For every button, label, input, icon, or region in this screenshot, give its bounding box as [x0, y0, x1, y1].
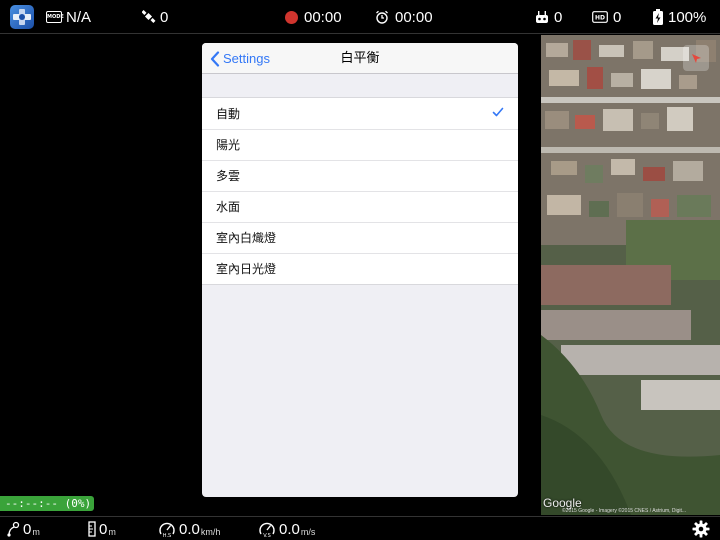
rc-signal[interactable]: 0: [535, 7, 562, 27]
option-label: 自動: [216, 107, 241, 121]
horizontal-speed-unit: km/h: [200, 526, 221, 537]
bottom-telemetry-bar: 0 m 0 m H.S 0.0 km/h V.S 0.0 m/s: [0, 516, 720, 540]
record-status[interactable]: 00:00: [285, 7, 342, 27]
storage-progress: --:--:-- (0%): [0, 496, 94, 511]
compass-icon: [692, 54, 701, 63]
option-label: 室內白熾燈: [216, 231, 277, 245]
battery-percent: 100%: [668, 8, 707, 26]
altitude-unit: m: [108, 526, 116, 537]
distance-stat: 0 m: [6, 517, 40, 540]
option-water[interactable]: 水面: [202, 191, 518, 222]
map-attribution: ©2015 Google - Imagery ©2015 CNES / Astr…: [562, 508, 687, 514]
distance-unit: m: [32, 526, 40, 537]
option-cloudy[interactable]: 多雲: [202, 160, 518, 191]
map-imagery: [541, 35, 720, 515]
panel-nav-bar: Settings 白平衡: [202, 43, 518, 74]
battery-status[interactable]: 100%: [652, 7, 706, 27]
vertical-speedometer-icon: V.S: [259, 522, 275, 538]
settings-button[interactable]: [692, 520, 710, 540]
flight-mode[interactable]: MODE N/A: [46, 7, 91, 27]
option-incandescent[interactable]: 室內白熾燈: [202, 222, 518, 253]
mode-value: N/A: [66, 8, 92, 26]
mode-badge: MODE: [46, 11, 64, 23]
record-time: 00:00: [304, 8, 342, 26]
record-dot-icon: [285, 10, 298, 24]
altitude-icon: [88, 521, 96, 537]
option-fluorescent[interactable]: 室內日光燈: [202, 253, 518, 284]
option-label: 陽光: [216, 138, 241, 152]
drone-app-icon: [13, 9, 31, 25]
horizontal-speedometer-icon: H.S: [159, 522, 175, 538]
white-balance-panel: Settings 白平衡 自動 陽光 多雲 水面 室內白熾燈 室內日光燈: [202, 43, 518, 497]
option-label: 多雲: [216, 169, 241, 183]
compass-button[interactable]: [683, 45, 709, 71]
hd-signal-value: 0: [613, 8, 622, 26]
option-label: 室內日光燈: [216, 262, 277, 276]
altitude-stat: 0 m: [88, 517, 116, 540]
horizontal-speed-stat: H.S 0.0 km/h: [158, 517, 220, 540]
vertical-speed-stat: V.S 0.0 m/s: [258, 517, 315, 540]
svg-text:HD: HD: [595, 15, 605, 22]
hd-signal[interactable]: HD 0: [592, 7, 621, 27]
option-label: 水面: [216, 200, 241, 214]
hd-video-icon: HD: [592, 11, 608, 23]
distance-value: 0: [23, 520, 32, 538]
white-balance-options: 自動 陽光 多雲 水面 室內白熾燈 室內日光燈: [202, 97, 518, 285]
svg-text:V.S: V.S: [263, 533, 271, 538]
remote-controller-icon: [536, 11, 548, 23]
satellite-count: 0: [160, 8, 169, 26]
checkmark-icon: [492, 107, 504, 117]
option-sunny[interactable]: 陽光: [202, 129, 518, 160]
panel-title: 白平衡: [340, 51, 380, 66]
option-auto[interactable]: 自動: [202, 98, 518, 129]
distance-icon: [7, 521, 20, 537]
flight-timer[interactable]: 00:00: [375, 7, 433, 27]
altitude-value: 0: [99, 520, 108, 538]
svg-text:H.S: H.S: [163, 533, 171, 538]
satellite-map[interactable]: [541, 35, 720, 515]
top-status-bar: MODE N/A 0 00:00 00:00 0 HD 0 100%: [0, 0, 720, 34]
gear-icon: [692, 520, 710, 538]
timer-time: 00:00: [395, 8, 433, 26]
gps-status[interactable]: 0: [142, 7, 168, 27]
horizontal-speed-value: 0.0: [179, 520, 200, 538]
battery-icon: [653, 9, 663, 25]
app-icon[interactable]: [10, 5, 34, 29]
rc-signal-value: 0: [554, 8, 563, 26]
alarm-clock-icon: [376, 10, 388, 24]
satellite-icon: [142, 10, 156, 23]
vertical-speed-unit: m/s: [300, 526, 316, 537]
vertical-speed-value: 0.0: [279, 520, 300, 538]
